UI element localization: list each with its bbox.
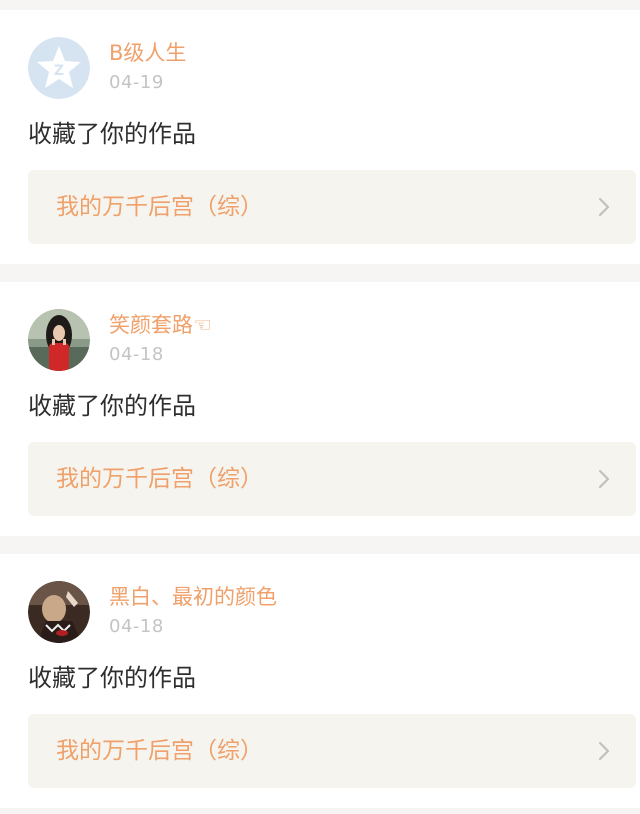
notification-card: 笑颜套路☜ 04-18 收藏了你的作品 我的万千后宫（综） [0,282,640,536]
work-link[interactable]: 我的万千后宫（综） [28,442,636,516]
work-title: 我的万千后宫（综） [56,466,263,492]
chevron-right-icon [598,469,610,489]
action-text: 收藏了你的作品 [28,120,196,148]
user-avatar[interactable] [28,581,90,643]
timestamp: 04-18 [109,344,164,365]
photo-avatar-girl-icon [28,309,90,371]
work-title: 我的万千后宫（综） [56,194,263,220]
work-link[interactable]: 我的万千后宫（综） [28,170,636,244]
notification-card: Z B级人生 04-19 收藏了你的作品 我的万千后宫（综） [0,10,640,264]
username[interactable]: 黑白、最初的颜色 [109,584,277,610]
work-title: 我的万千后宫（综） [56,738,263,764]
timestamp: 04-18 [109,616,164,637]
user-avatar[interactable] [28,309,90,371]
timestamp: 04-19 [109,72,164,93]
username[interactable]: 笑颜套路☜ [109,312,212,338]
notification-feed: Z B级人生 04-19 收藏了你的作品 我的万千后宫（综） 笑颜套路☜ 04-… [0,0,640,814]
default-star-avatar-icon: Z [28,37,90,99]
action-text: 收藏了你的作品 [28,664,196,692]
username[interactable]: B级人生 [109,40,186,66]
user-avatar[interactable]: Z [28,37,90,99]
photo-avatar-dark-icon [28,581,90,643]
chevron-right-icon [598,197,610,217]
chevron-right-icon [598,741,610,761]
notification-card: 黑白、最初的颜色 04-18 收藏了你的作品 我的万千后宫（综） [0,554,640,808]
svg-text:Z: Z [54,63,64,79]
work-link[interactable]: 我的万千后宫（综） [28,714,636,788]
action-text: 收藏了你的作品 [28,392,196,420]
